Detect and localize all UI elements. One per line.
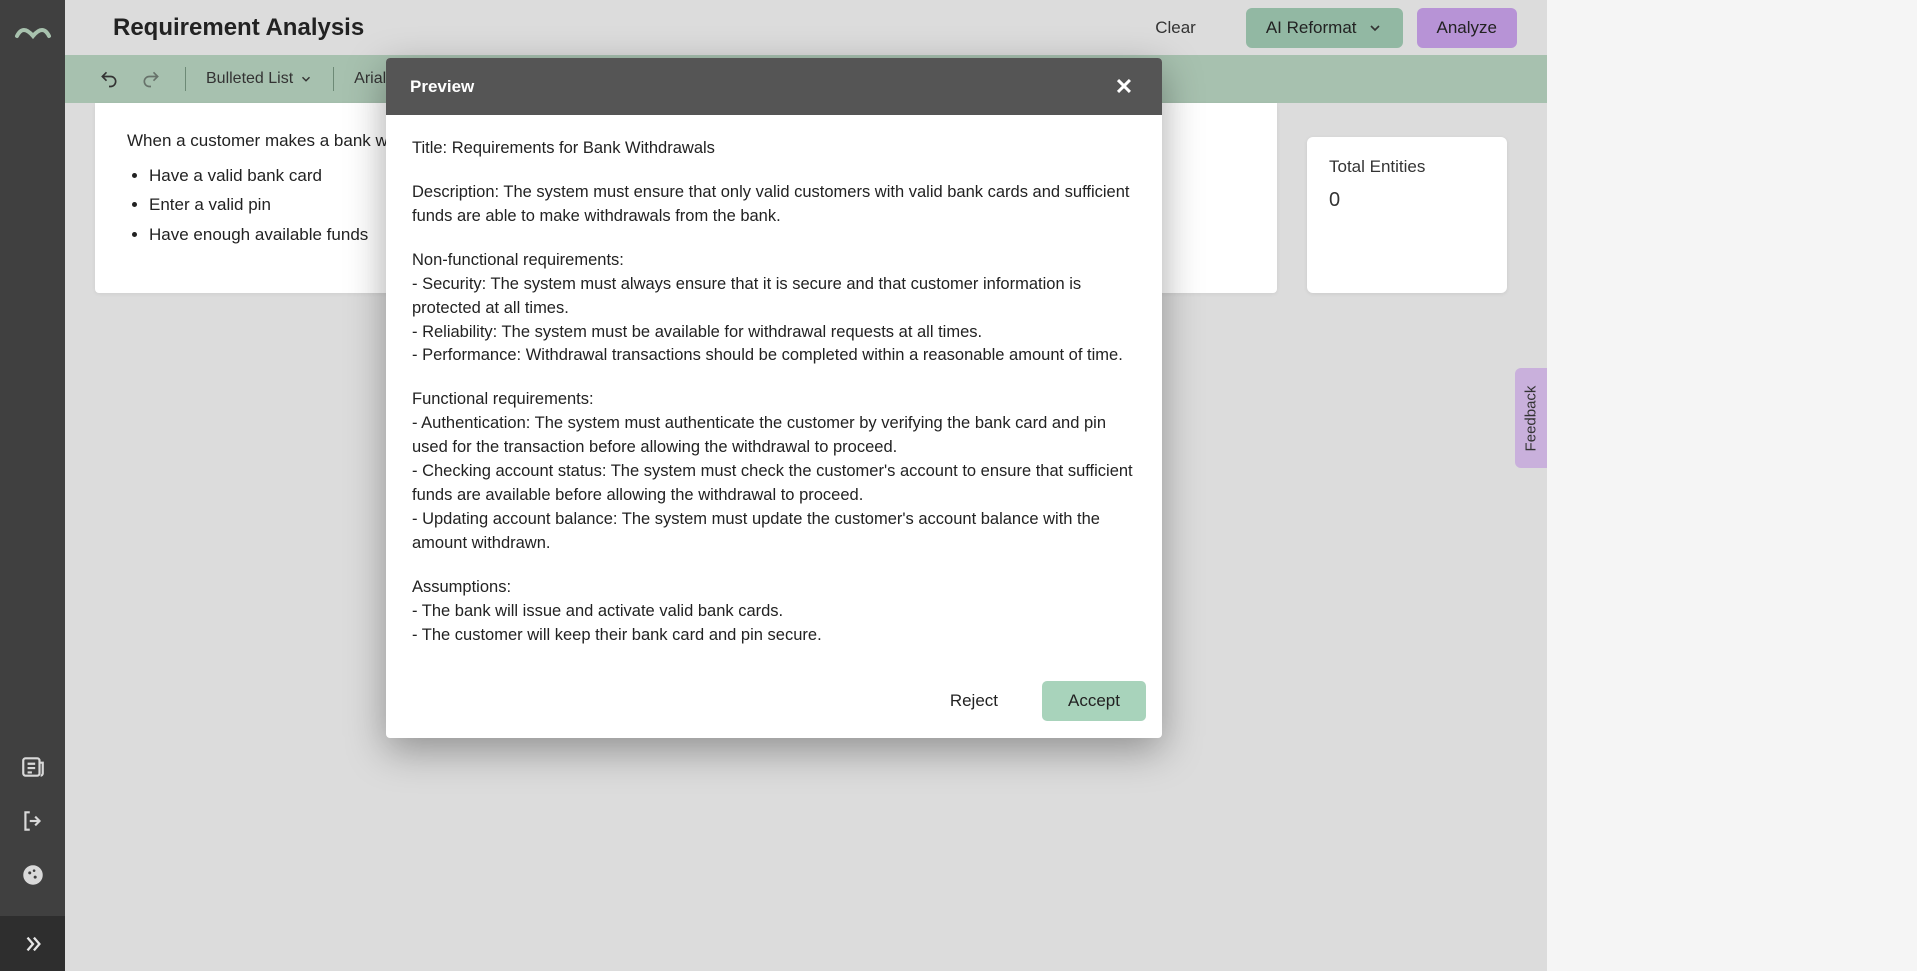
close-icon[interactable]: ✕ — [1110, 74, 1138, 100]
preview-title-line: Title: Requirements for Bank Withdrawals — [412, 137, 1136, 161]
preview-description: Description: The system must ensure that… — [412, 181, 1136, 229]
preview-assumptions: Assumptions: - The bank will issue and a… — [412, 576, 1136, 648]
preview-modal: Preview ✕ Title: Requirements for Bank W… — [386, 58, 1162, 738]
preview-functional: Functional requirements: - Authenticatio… — [412, 388, 1136, 555]
reject-button[interactable]: Reject — [932, 681, 1016, 721]
modal-header: Preview ✕ — [386, 58, 1162, 115]
modal-title: Preview — [410, 77, 474, 97]
modal-footer: Reject Accept — [386, 663, 1162, 738]
accept-button[interactable]: Accept — [1042, 681, 1146, 721]
preview-nonfunctional: Non-functional requirements: - Security:… — [412, 249, 1136, 369]
modal-body[interactable]: Title: Requirements for Bank Withdrawals… — [386, 115, 1162, 663]
